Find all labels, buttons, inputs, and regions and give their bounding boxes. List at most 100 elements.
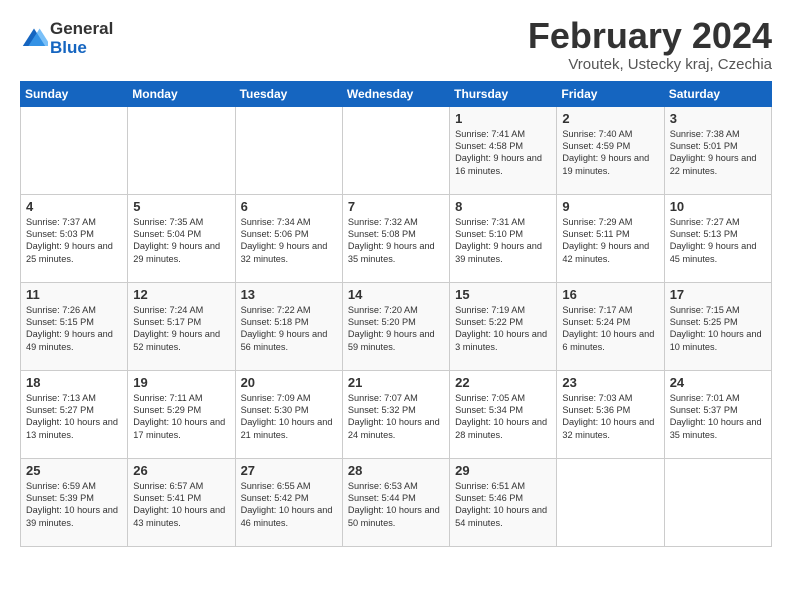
cell-content: Sunrise: 6:59 AM Sunset: 5:39 PM Dayligh…: [26, 480, 122, 530]
cell-content: Sunrise: 7:32 AM Sunset: 5:08 PM Dayligh…: [348, 216, 444, 266]
cell-content: Sunrise: 7:40 AM Sunset: 4:59 PM Dayligh…: [562, 128, 658, 178]
day-number: 29: [455, 463, 551, 478]
day-number: 13: [241, 287, 337, 302]
day-number: 17: [670, 287, 766, 302]
cell-content: Sunrise: 7:38 AM Sunset: 5:01 PM Dayligh…: [670, 128, 766, 178]
calendar-cell: 11 Sunrise: 7:26 AM Sunset: 5:15 PM Dayli…: [21, 282, 128, 370]
cell-content: Sunrise: 7:01 AM Sunset: 5:37 PM Dayligh…: [670, 392, 766, 442]
calendar-cell: [557, 458, 664, 546]
cell-content: Sunrise: 7:35 AM Sunset: 5:04 PM Dayligh…: [133, 216, 229, 266]
day-number: 2: [562, 111, 658, 126]
calendar-cell: 2 Sunrise: 7:40 AM Sunset: 4:59 PM Daylig…: [557, 106, 664, 194]
header-cell-wednesday: Wednesday: [342, 81, 449, 106]
calendar-table: SundayMondayTuesdayWednesdayThursdayFrid…: [20, 81, 772, 547]
cell-content: Sunrise: 7:17 AM Sunset: 5:24 PM Dayligh…: [562, 304, 658, 354]
cell-content: Sunrise: 7:15 AM Sunset: 5:25 PM Dayligh…: [670, 304, 766, 354]
header-cell-sunday: Sunday: [21, 81, 128, 106]
day-number: 25: [26, 463, 122, 478]
calendar-cell: [21, 106, 128, 194]
month-title: February 2024: [528, 16, 772, 56]
calendar-cell: 13 Sunrise: 7:22 AM Sunset: 5:18 PM Dayli…: [235, 282, 342, 370]
calendar-cell: 26 Sunrise: 6:57 AM Sunset: 5:41 PM Dayli…: [128, 458, 235, 546]
day-number: 22: [455, 375, 551, 390]
calendar-cell: 6 Sunrise: 7:34 AM Sunset: 5:06 PM Daylig…: [235, 194, 342, 282]
day-number: 28: [348, 463, 444, 478]
header-cell-thursday: Thursday: [450, 81, 557, 106]
day-number: 6: [241, 199, 337, 214]
day-number: 20: [241, 375, 337, 390]
calendar-cell: 16Sunrise: 7:17 AM Sunset: 5:24 PM Dayli…: [557, 282, 664, 370]
calendar-cell: 10Sunrise: 7:27 AM Sunset: 5:13 PM Dayli…: [664, 194, 771, 282]
calendar-cell: [342, 106, 449, 194]
day-number: 14: [348, 287, 444, 302]
day-number: 10: [670, 199, 766, 214]
cell-content: Sunrise: 7:29 AM Sunset: 5:11 PM Dayligh…: [562, 216, 658, 266]
day-number: 18: [26, 375, 122, 390]
week-row-4: 25 Sunrise: 6:59 AM Sunset: 5:39 PM Dayli…: [21, 458, 772, 546]
day-number: 23: [562, 375, 658, 390]
header-cell-monday: Monday: [128, 81, 235, 106]
calendar-cell: 1Sunrise: 7:41 AM Sunset: 4:58 PM Daylig…: [450, 106, 557, 194]
day-number: 7: [348, 199, 444, 214]
cell-content: Sunrise: 7:26 AM Sunset: 5:15 PM Dayligh…: [26, 304, 122, 354]
week-row-0: 1Sunrise: 7:41 AM Sunset: 4:58 PM Daylig…: [21, 106, 772, 194]
calendar-cell: 8Sunrise: 7:31 AM Sunset: 5:10 PM Daylig…: [450, 194, 557, 282]
calendar-cell: 20 Sunrise: 7:09 AM Sunset: 5:30 PM Dayli…: [235, 370, 342, 458]
week-row-2: 11 Sunrise: 7:26 AM Sunset: 5:15 PM Dayli…: [21, 282, 772, 370]
cell-content: Sunrise: 7:09 AM Sunset: 5:30 PM Dayligh…: [241, 392, 337, 442]
cell-content: Sunrise: 7:20 AM Sunset: 5:20 PM Dayligh…: [348, 304, 444, 354]
header-cell-friday: Friday: [557, 81, 664, 106]
cell-content: Sunrise: 7:37 AM Sunset: 5:03 PM Dayligh…: [26, 216, 122, 266]
cell-content: Sunrise: 7:19 AM Sunset: 5:22 PM Dayligh…: [455, 304, 551, 354]
logo: General Blue: [20, 20, 113, 57]
calendar-cell: 9 Sunrise: 7:29 AM Sunset: 5:11 PM Daylig…: [557, 194, 664, 282]
cell-content: Sunrise: 7:11 AM Sunset: 5:29 PM Dayligh…: [133, 392, 229, 442]
calendar-cell: 28 Sunrise: 6:53 AM Sunset: 5:44 PM Dayli…: [342, 458, 449, 546]
cell-content: Sunrise: 6:51 AM Sunset: 5:46 PM Dayligh…: [455, 480, 551, 530]
day-number: 15: [455, 287, 551, 302]
location-subtitle: Vroutek, Ustecky kraj, Czechia: [528, 56, 772, 73]
calendar-cell: 27Sunrise: 6:55 AM Sunset: 5:42 PM Dayli…: [235, 458, 342, 546]
day-number: 5: [133, 199, 229, 214]
calendar-cell: 12Sunrise: 7:24 AM Sunset: 5:17 PM Dayli…: [128, 282, 235, 370]
cell-content: Sunrise: 7:31 AM Sunset: 5:10 PM Dayligh…: [455, 216, 551, 266]
logo-icon: [20, 25, 48, 53]
calendar-cell: [128, 106, 235, 194]
cell-content: Sunrise: 7:34 AM Sunset: 5:06 PM Dayligh…: [241, 216, 337, 266]
calendar-cell: [235, 106, 342, 194]
cell-content: Sunrise: 6:57 AM Sunset: 5:41 PM Dayligh…: [133, 480, 229, 530]
cell-content: Sunrise: 7:05 AM Sunset: 5:34 PM Dayligh…: [455, 392, 551, 442]
day-number: 3: [670, 111, 766, 126]
calendar-cell: 29 Sunrise: 6:51 AM Sunset: 5:46 PM Dayli…: [450, 458, 557, 546]
cell-content: Sunrise: 7:07 AM Sunset: 5:32 PM Dayligh…: [348, 392, 444, 442]
week-row-1: 4 Sunrise: 7:37 AM Sunset: 5:03 PM Daylig…: [21, 194, 772, 282]
cell-content: Sunrise: 7:24 AM Sunset: 5:17 PM Dayligh…: [133, 304, 229, 354]
week-row-3: 18Sunrise: 7:13 AM Sunset: 5:27 PM Dayli…: [21, 370, 772, 458]
calendar-cell: 19 Sunrise: 7:11 AM Sunset: 5:29 PM Dayli…: [128, 370, 235, 458]
calendar-cell: 25 Sunrise: 6:59 AM Sunset: 5:39 PM Dayli…: [21, 458, 128, 546]
day-number: 24: [670, 375, 766, 390]
day-number: 9: [562, 199, 658, 214]
day-number: 27: [241, 463, 337, 478]
header-cell-saturday: Saturday: [664, 81, 771, 106]
day-number: 11: [26, 287, 122, 302]
day-number: 26: [133, 463, 229, 478]
logo-general: General: [50, 20, 113, 39]
calendar-cell: 7 Sunrise: 7:32 AM Sunset: 5:08 PM Daylig…: [342, 194, 449, 282]
cell-content: Sunrise: 7:03 AM Sunset: 5:36 PM Dayligh…: [562, 392, 658, 442]
title-block: February 2024 Vroutek, Ustecky kraj, Cze…: [528, 16, 772, 73]
calendar-cell: 21Sunrise: 7:07 AM Sunset: 5:32 PM Dayli…: [342, 370, 449, 458]
day-number: 4: [26, 199, 122, 214]
calendar-cell: 23 Sunrise: 7:03 AM Sunset: 5:36 PM Dayli…: [557, 370, 664, 458]
day-number: 19: [133, 375, 229, 390]
calendar-cell: 22 Sunrise: 7:05 AM Sunset: 5:34 PM Dayli…: [450, 370, 557, 458]
header-cell-tuesday: Tuesday: [235, 81, 342, 106]
calendar-cell: 14 Sunrise: 7:20 AM Sunset: 5:20 PM Dayli…: [342, 282, 449, 370]
cell-content: Sunrise: 7:22 AM Sunset: 5:18 PM Dayligh…: [241, 304, 337, 354]
logo-blue: Blue: [50, 39, 113, 58]
cell-content: Sunrise: 6:53 AM Sunset: 5:44 PM Dayligh…: [348, 480, 444, 530]
calendar-cell: 4 Sunrise: 7:37 AM Sunset: 5:03 PM Daylig…: [21, 194, 128, 282]
calendar-cell: [664, 458, 771, 546]
calendar-cell: 24 Sunrise: 7:01 AM Sunset: 5:37 PM Dayli…: [664, 370, 771, 458]
header-row: SundayMondayTuesdayWednesdayThursdayFrid…: [21, 81, 772, 106]
